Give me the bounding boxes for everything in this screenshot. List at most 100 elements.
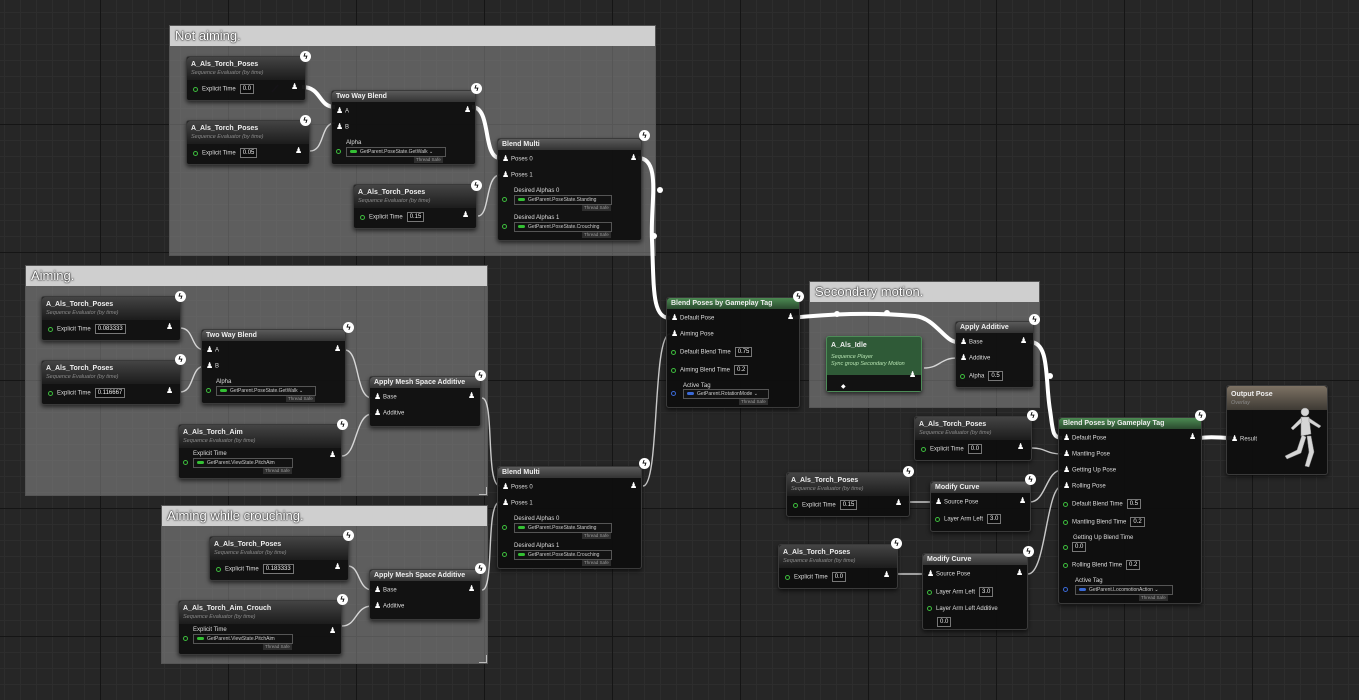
pin-default-blend-time[interactable]: Default Blend Time 0.75	[671, 347, 753, 357]
pin-desired-alphas-0[interactable]	[502, 196, 511, 204]
node-blend-poses-by-gameplay-tag[interactable]: Blend Poses by Gameplay Tag ♟ Default Pos…	[666, 297, 800, 408]
node-blend-poses-by-gameplay-tag[interactable]: Blend Poses by Gameplay Tag ♟ Default Pos…	[1058, 417, 1202, 604]
pose-output-icon[interactable]: ♟	[334, 345, 341, 353]
binding-dropdown[interactable]: GetParent.RotationMode ⌄	[683, 389, 769, 399]
pose-output-icon[interactable]: ♟	[468, 392, 475, 400]
node-seq-torch-aim-crouch[interactable]: A_Als_Torch_Aim_Crouch Sequence Evaluator…	[178, 600, 342, 655]
pin-alpha[interactable]	[206, 387, 215, 395]
pin-layer-arm-left[interactable]: Layer Arm Left 3.0	[935, 514, 1002, 524]
pin-poses-0[interactable]: ♟ Poses 0	[502, 483, 533, 492]
pose-output-icon[interactable]: ♟	[329, 627, 336, 635]
pose-output-icon[interactable]: ♟	[1016, 569, 1023, 577]
pin-explicit-time[interactable]	[183, 459, 192, 467]
pin-explicit-time[interactable]: Explicit Time 0.15	[793, 500, 858, 510]
pin-mantling-pose[interactable]: ♟ Mantling Pose	[1063, 450, 1110, 459]
pin-poses-1[interactable]: ♟ Poses 1	[502, 171, 533, 180]
node-output-pose[interactable]: Output Pose Overlay ♟ Result	[1226, 385, 1328, 475]
explicit-time-input[interactable]: 0.116667	[94, 388, 126, 398]
pose-output-icon[interactable]: ♟	[329, 451, 336, 459]
pin-a[interactable]: ♟ A	[336, 107, 349, 116]
binding-dropdown[interactable]: GetParent.LocomotionAction ⌄	[1075, 585, 1173, 595]
node-apply-mesh-space-additive[interactable]: Apply Mesh Space Additive ♟ Base ♟ Additiv…	[369, 569, 481, 620]
pose-output-icon[interactable]: ♟	[909, 371, 916, 379]
pose-output-icon[interactable]: ♟	[464, 106, 471, 114]
node-blend-multi[interactable]: Blend Multi ♟ Poses 0 ♟ Poses 1 Desired Al…	[497, 466, 642, 569]
pin-alpha[interactable]: Alpha 0.5	[960, 371, 1003, 381]
node-seq-torch-poses[interactable]: A_Als_Torch_Poses Sequence Evaluator (by …	[209, 536, 349, 581]
binding-dropdown[interactable]: GetParent.PoseState.Standing	[514, 523, 612, 533]
pin-active-tag[interactable]	[671, 390, 680, 398]
pose-output-icon[interactable]: ♟	[462, 211, 469, 219]
pin-desired-alphas-1[interactable]	[502, 223, 511, 231]
explicit-time-input[interactable]: 0.0	[967, 444, 983, 454]
pin-default-blend-time[interactable]: Default Blend Time 0.5	[1063, 499, 1142, 509]
node-seq-torch-poses[interactable]: A_Als_Torch_Poses Sequence Evaluator (by …	[41, 360, 181, 405]
pin-getting-up-blend-time[interactable]: 0.0	[1063, 542, 1087, 552]
pin-explicit-time[interactable]: Explicit Time 0.15	[360, 212, 425, 222]
pin-desired-alphas-0[interactable]	[502, 524, 511, 532]
node-seq-torch-poses[interactable]: A_Als_Torch_Poses Sequence Evaluator (by …	[914, 416, 1032, 461]
node-modify-curve[interactable]: Modify Curve ♟ Source Pose Layer Arm Left…	[922, 553, 1028, 630]
pin-aiming-pose[interactable]: ♟ Aiming Pose	[671, 330, 714, 339]
explicit-time-input[interactable]: 0.0	[831, 572, 847, 582]
node-seq-player-idle[interactable]: A_Als_Idle Sequence Player Sync group Se…	[826, 336, 922, 392]
pose-output-icon[interactable]: ♟	[630, 154, 637, 162]
pose-output-icon[interactable]: ♟	[334, 563, 341, 571]
explicit-time-input[interactable]: 0.15	[406, 212, 425, 222]
pin-additive[interactable]: ♟ Additive	[374, 602, 404, 611]
binding-dropdown[interactable]: GetParent.PoseState.Crouching	[514, 222, 612, 232]
pin-default-pose[interactable]: ♟ Default Pose	[1063, 434, 1106, 443]
binding-dropdown[interactable]: GetParent.PoseState.GetWalk ⌄	[346, 147, 446, 157]
layer-arm-left-input[interactable]: 3.0	[979, 587, 994, 597]
node-seq-torch-poses[interactable]: A_Als_Torch_Poses Sequence Evaluator (by …	[186, 120, 310, 165]
binding-dropdown[interactable]: GetParent.PoseState.Crouching	[514, 550, 612, 560]
node-seq-torch-poses[interactable]: A_Als_Torch_Poses Sequence Evaluator (by …	[778, 544, 898, 589]
pin-active-tag[interactable]	[1063, 586, 1072, 594]
pose-output-icon[interactable]: ♟	[630, 482, 637, 490]
pin-explicit-time[interactable]: Explicit Time 0.05	[193, 148, 258, 158]
pose-output-icon[interactable]: ♟	[295, 147, 302, 155]
pin-a[interactable]: ♟ A	[206, 346, 219, 355]
node-seq-torch-poses[interactable]: A_Als_Torch_Poses Sequence Evaluator (by …	[41, 296, 181, 341]
pin-explicit-time[interactable]: Explicit Time 0.083333	[48, 324, 126, 334]
aiming-blend-time-input[interactable]: 0.2	[734, 365, 749, 375]
pose-output-icon[interactable]: ♟	[1019, 497, 1026, 505]
pin-additive[interactable]: ♟ Additive	[960, 354, 990, 363]
getting-up-blend-time-input[interactable]: 0.0	[1072, 542, 1087, 552]
pin-additive[interactable]: ♟ Additive	[374, 409, 404, 418]
pin-explicit-time[interactable]: Explicit Time 0.116667	[48, 388, 126, 398]
pose-output-icon[interactable]: ♟	[895, 499, 902, 507]
mantling-blend-time-input[interactable]: 0.2	[1130, 517, 1145, 527]
pose-output-icon[interactable]: ♟	[1189, 433, 1196, 441]
layer-arm-left-additive-input[interactable]: 0.0	[937, 616, 952, 627]
explicit-time-input[interactable]: 0.05	[239, 148, 258, 158]
pin-rolling-blend-time[interactable]: Rolling Blend Time 0.2	[1063, 560, 1141, 570]
pin-explicit-time[interactable]: Explicit Time 0.0	[193, 84, 255, 94]
pose-output-icon[interactable]: ♟	[468, 585, 475, 593]
pin-source-pose[interactable]: ♟ Source Pose	[935, 498, 978, 507]
pin-explicit-time[interactable]: Explicit Time 0.0	[785, 572, 847, 582]
pin-rolling-pose[interactable]: ♟ Rolling Pose	[1063, 482, 1106, 491]
pin-b[interactable]: ♟ B	[336, 123, 349, 132]
node-seq-torch-poses[interactable]: A_Als_Torch_Poses Sequence Evaluator (by …	[353, 184, 477, 229]
pin-result[interactable]: ♟ Result	[1231, 435, 1257, 444]
pin-aiming-blend-time[interactable]: Aiming Blend Time 0.2	[671, 365, 749, 375]
pin-base[interactable]: ♟ Base	[374, 586, 397, 595]
pin-explicit-time[interactable]	[183, 635, 192, 643]
pin-layer-arm-left-additive[interactable]: Layer Arm Left Additive	[927, 605, 998, 613]
default-blend-time-input[interactable]: 0.75	[734, 347, 753, 357]
pin-explicit-time[interactable]: Explicit Time 0.0	[921, 444, 983, 454]
pin-layer-arm-left[interactable]: Layer Arm Left 3.0	[927, 587, 994, 597]
pin-b[interactable]: ♟ B	[206, 362, 219, 371]
pin-base[interactable]: ♟ Base	[960, 338, 983, 347]
pin-base[interactable]: ♟ Base	[374, 393, 397, 402]
node-apply-mesh-space-additive[interactable]: Apply Mesh Space Additive ♟ Base ♟ Additiv…	[369, 376, 481, 427]
pose-output-icon[interactable]: ♟	[166, 323, 173, 331]
pin-alpha[interactable]	[336, 148, 345, 156]
binding-dropdown[interactable]: GetParent.ViewState.PitchAim	[193, 458, 293, 468]
layer-arm-left-input[interactable]: 3.0	[987, 514, 1002, 524]
pin-default-pose[interactable]: ♟ Default Pose	[671, 314, 714, 323]
pose-output-icon[interactable]: ♟	[166, 387, 173, 395]
binding-dropdown[interactable]: GetParent.ViewState.PitchAim	[193, 634, 293, 644]
node-two-way-blend[interactable]: Two Way Blend ♟ A ♟ B Alpha GetParent.Pose…	[201, 329, 346, 404]
